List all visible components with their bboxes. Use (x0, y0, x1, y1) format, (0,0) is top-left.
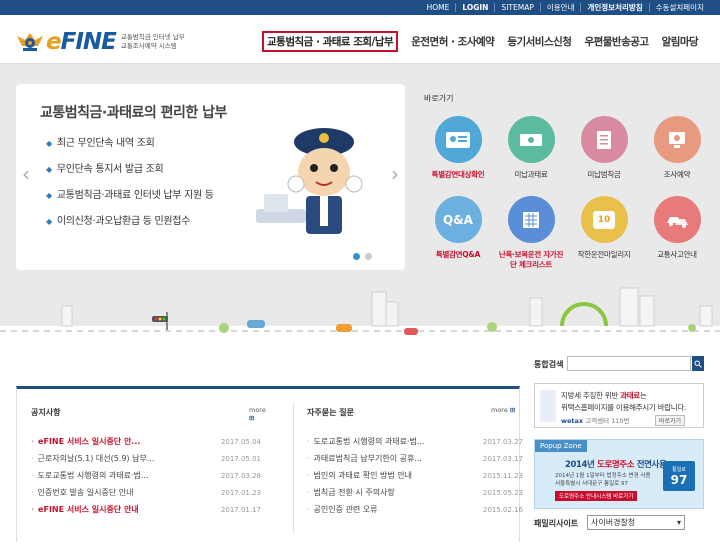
hero-banner[interactable]: 교통범칙금·과태료의 편리한 납부 최근 무인단속 내역 조회 무인단속 통지서… (16, 84, 405, 270)
chevron-down-icon: ▾ (676, 518, 681, 527)
family-site-label: 패밀리사이트 (534, 519, 579, 528)
computer-icon (653, 116, 701, 163)
search-button[interactable] (692, 356, 704, 371)
banner-dot[interactable] (365, 253, 372, 260)
qa-icon: Q&A (434, 196, 482, 243)
faq-more-button[interactable]: more ⊞ (491, 406, 515, 414)
efine-logo[interactable]: eFINE 교통범칙금 인터넷 납부 교통조사예약 시스템 (16, 29, 185, 55)
road-sign-icon: 통일로 97 (663, 461, 695, 491)
banner-item: 무인단속 통지서 발급 조회 (46, 160, 214, 175)
list-item[interactable]: eFINE 서비스 일시중단 안내2017.01.17 (31, 501, 261, 518)
banner-feature-list: 최근 무인단속 내역 조회 무인단속 통지서 발급 조회 교통범칙금·과태료 인… (46, 134, 214, 238)
popup-zone-tab[interactable]: Popup Zone (535, 440, 587, 452)
list-item[interactable]: 근로자의날(5.1) 대선(5.9) 납부...2017.05.01 (31, 450, 261, 467)
logo-wordmark: eFINE (46, 29, 117, 55)
quick-good-driving-mileage[interactable]: 10 착한운전마일리지 (570, 196, 638, 260)
faq-title: 자주묻는 질문 (307, 408, 354, 417)
top-utility-links: HOME LOGIN SITEMAP 이용안내 개인정보처리방침 수동설치페이지 (421, 0, 710, 15)
sitemap-link[interactable]: SITEMAP (494, 3, 539, 12)
list-item[interactable]: 도로교통법 시행령의 과태료·범...2017.03.27 (307, 433, 523, 450)
checklist-icon (507, 196, 555, 243)
list-item[interactable]: 범인의 과태료 확인 방법 안내2015.11.23 (307, 467, 523, 484)
plus-icon: ⊞ (249, 414, 255, 422)
popup-desc: 2014년 1월 1일부터 법정주소 변경 사용 (555, 473, 651, 479)
faq-list: 도로교통법 시행령의 과태료·범...2017.03.27 과태료범칙금 납부기… (307, 433, 523, 518)
id-card-icon (434, 116, 482, 163)
quick-unpaid-penalties[interactable]: 미납범칙금 (570, 116, 638, 180)
quick-special-reduction[interactable]: 특별감면대상확인 (424, 116, 492, 180)
wetax-line2: 위택스홈페이지를 이용해주시기 바랍니다. (561, 403, 687, 412)
list-item[interactable]: 인증번호 발송 일시중단 안내2017.01.23 (31, 484, 261, 501)
nav-returned-mail[interactable]: 우편물반송공고 (584, 34, 649, 49)
quick-accident-guide[interactable]: 교통사고안내 (643, 196, 711, 260)
banner-title: 교통범칙금·과태료의 편리한 납부 (40, 105, 227, 121)
car-crash-icon (653, 196, 701, 243)
wetax-line1: 지방세 추징한 위반 과태료는 (561, 391, 647, 400)
wetax-shortcut-button[interactable]: 바로가기 (655, 415, 686, 426)
police-emblem-icon (17, 33, 43, 51)
city-road-illustration (0, 287, 720, 344)
faq-column: 자주묻는 질문 more ⊞ 도로교통법 시행령의 과태료·범...2017.0… (293, 389, 545, 545)
plus-icon: ⊞ (509, 406, 516, 414)
main-nav: 교통범칙금 · 과태료 조회/납부 운전면허 · 조사예약 등기서비스신청 우편… (262, 30, 711, 52)
nav-license-reservation[interactable]: 운전면허 · 조사예약 (411, 34, 495, 49)
manual-install-link[interactable]: 수동설치페이지 (648, 3, 710, 12)
banner-item: 교통범칙금·과태료 인터넷 납부 지원 등 (46, 186, 214, 201)
nav-fine-payment[interactable]: 교통범칙금 · 과태료 조회/납부 (262, 30, 399, 52)
login-link[interactable]: LOGIN (455, 3, 494, 12)
guide-link[interactable]: 이용안내 (539, 3, 581, 12)
police-mascot-illustration (256, 128, 363, 234)
logo-subtitle: 교통범칙금 인터넷 납부 교통조사예약 시스템 (120, 33, 185, 50)
wetax-banner[interactable]: 지방세 추징한 위반 과태료는 위택스홈페이지를 이용해주시기 바랍니다. we… (534, 383, 704, 428)
banner-next-arrow[interactable]: › (391, 162, 399, 186)
list-item[interactable]: 범칙금 전환 시 주의사항2015.05.23 (307, 484, 523, 501)
board-panel: 공지사항 more ⊞ eFINE 서비스 일시중단 안...2017.05.0… (16, 386, 523, 545)
mileage-icon: 10 (580, 196, 628, 243)
notice-list: eFINE 서비스 일시중단 안...2017.05.04 근로자의날(5.1)… (31, 433, 261, 518)
quick-links-title: 바로가기 (424, 94, 454, 103)
banner-item: 이의신청·과오납환급 등 민원접수 (46, 212, 214, 227)
quick-unpaid-fines[interactable]: 미납과태료 (497, 116, 565, 180)
nav-notice-board[interactable]: 알림마당 (662, 34, 699, 49)
banner-pagination (353, 253, 377, 260)
wetax-icon (540, 390, 556, 422)
list-item[interactable]: 과태료범칙금 납부기한이 공휴...2017.03.17 (307, 450, 523, 467)
popup-example: 서울특별시 서대문구 통일로 97 (555, 481, 628, 487)
notice-title: 공지사항 (31, 408, 61, 417)
popup-headline: 2014년 도로명주소 전면사용 (565, 460, 667, 470)
document-icon (580, 116, 628, 163)
banner-prev-arrow[interactable]: ‹ (22, 162, 30, 186)
banner-dot-active[interactable] (353, 253, 360, 260)
privacy-link[interactable]: 개인정보처리방침 (580, 3, 648, 12)
search-input[interactable] (567, 356, 691, 371)
home-link[interactable]: HOME (421, 3, 456, 12)
list-item[interactable]: 공인인증 관련 오류2015.02.16 (307, 501, 523, 518)
popup-link-button[interactable]: 도로명주소 안내시스템 바로가기 (555, 491, 638, 501)
search-icon (694, 360, 702, 368)
list-item[interactable]: 도로교통법 시행령의 과태료·범...2017.03.28 (31, 467, 261, 484)
search-label: 통합검색 (534, 360, 564, 369)
family-site-select[interactable]: 사이버경찰청 ▾ (587, 515, 685, 530)
quick-reckless-driving-checklist[interactable]: 난폭·보복운전 자가진단 체크리스트 (497, 196, 565, 270)
notice-more-button[interactable]: more ⊞ (249, 406, 269, 422)
list-item[interactable]: eFINE 서비스 일시중단 안...2017.05.04 (31, 433, 261, 450)
banner-item: 최근 무인단속 내역 조회 (46, 134, 214, 149)
nav-registered-mail[interactable]: 등기서비스신청 (507, 34, 572, 49)
wetax-contact: wetax 고객센터 110번 (561, 417, 630, 425)
popup-zone[interactable]: Popup Zone 2014년 도로명주소 전면사용 2014년 1월 1일부… (534, 439, 704, 509)
notice-column: 공지사항 more ⊞ eFINE 서비스 일시중단 안...2017.05.0… (17, 389, 269, 545)
money-icon (507, 116, 555, 163)
quick-special-qa[interactable]: Q&A 특별감면Q&A (424, 196, 492, 260)
quick-investigation-reservation[interactable]: 조사예약 (643, 116, 711, 180)
